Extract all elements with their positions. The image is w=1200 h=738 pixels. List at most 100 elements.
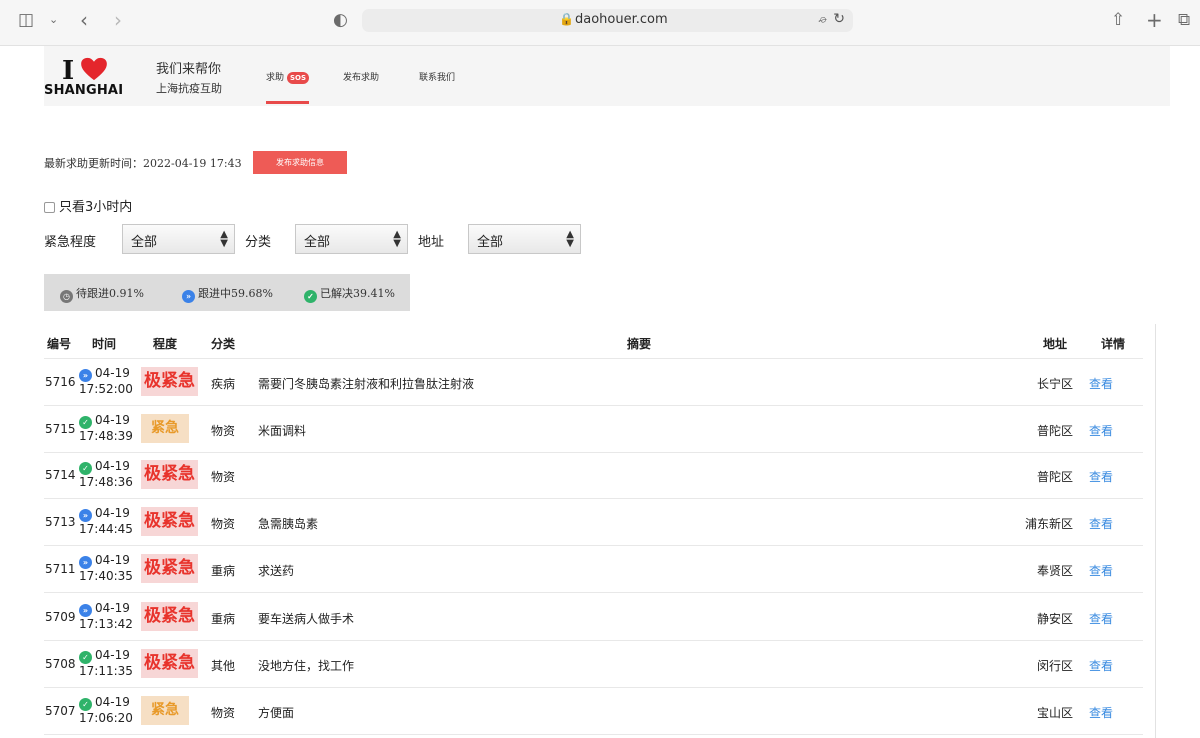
back-icon[interactable]: ‹	[80, 10, 88, 30]
address-select[interactable]: 全部 ▲ ▼	[468, 224, 581, 254]
select-arrows-icon: ▲ ▼	[566, 229, 574, 249]
view-detail-link[interactable]: 查看	[1089, 704, 1113, 721]
nav-active-indicator	[266, 101, 309, 104]
table-row[interactable]: 5709» 04-19 17:13:42 极紧急 重病 要车送病人做手术 静安区 查看	[44, 594, 1143, 641]
check-icon: ✓	[304, 290, 317, 303]
header-address: 地址	[1043, 337, 1068, 351]
shield-icon[interactable]: ◐	[333, 10, 348, 30]
stat-pending[interactable]: ◷ 待跟进0.91%	[60, 285, 144, 303]
view-detail-link[interactable]: 查看	[1089, 468, 1113, 485]
cell-clock: 17:06:20	[79, 711, 133, 725]
stat-following-text: 跟进中59.68%	[198, 287, 273, 300]
share-icon[interactable]: ⇧	[1111, 10, 1125, 30]
forward-icon[interactable]: ›	[114, 10, 122, 30]
post-help-button[interactable]: 发布求助信息	[253, 151, 347, 174]
urgency-badge: 极紧急	[141, 460, 198, 489]
cell-summary: 要车送病人做手术	[258, 612, 355, 626]
table-row[interactable]: 5714 ✓ 04-19 17:48:36 极紧急 物资 普陀区 查看	[44, 452, 1143, 499]
logo-text: SHANGHAI	[44, 83, 124, 98]
stat-following[interactable]: » 跟进中59.68%	[182, 285, 273, 303]
cell-summary: 米面调料	[258, 424, 307, 438]
table-row[interactable]: 5711» 04-19 17:40:35 极紧急 重病 求送药 奉贤区 查看	[44, 546, 1143, 593]
forward-double-icon: »	[79, 604, 92, 617]
slogan-subtitle: 上海抗疫互助	[156, 82, 222, 95]
sidebar-toggle-icon[interactable]: ◫	[18, 10, 34, 30]
reload-icon[interactable]: ↻	[833, 11, 845, 27]
cell-date: 04-19	[95, 601, 130, 615]
cell-summary: 求送药	[258, 564, 295, 578]
urgency-select-value: 全部	[131, 235, 158, 250]
view-detail-link[interactable]: 查看	[1089, 422, 1113, 439]
cell-category: 其他	[211, 659, 236, 673]
cell-clock: 17:48:39	[79, 429, 133, 443]
urgency-select[interactable]: 全部 ▲ ▼	[122, 224, 235, 254]
cell-address: 闵行区	[1036, 659, 1073, 673]
status-stats-bar: ◷ 待跟进0.91% » 跟进中59.68% ✓ 已解决39.41%	[44, 274, 410, 311]
table-row[interactable]: 5707 ✓ 04-19 17:06:20 紧急 物资 方便面 宝山区 查看	[44, 688, 1143, 735]
cell-date: 04-19	[95, 366, 130, 380]
urgency-badge: 极紧急	[141, 367, 198, 396]
sos-badge: SOS	[287, 71, 310, 84]
cell-summary: 需要门冬胰岛素注射液和利拉鲁肽注射液	[258, 377, 475, 391]
cell-date: 04-19	[95, 553, 130, 567]
chevron-down-icon[interactable]: ⌄	[49, 10, 58, 30]
table-row[interactable]: 5715 ✓ 04-19 17:48:39 紧急 物资 米面调料 普陀区 查看	[44, 406, 1143, 453]
table-row[interactable]: 5716» 04-19 17:52:00 极紧急 疾病 需要门冬胰岛素注射液和利拉鲁肽注射…	[44, 359, 1143, 406]
cell-address: 奉贤区	[1036, 564, 1073, 578]
category-select[interactable]: 全部 ▲ ▼	[295, 224, 408, 254]
only-3h-checkbox[interactable]	[44, 202, 55, 213]
view-detail-link[interactable]: 查看	[1089, 610, 1113, 627]
cell-time: » 04-19 17:40:35	[79, 553, 133, 584]
only-3h-label: 只看3小时内	[59, 200, 133, 215]
cell-id: 5713	[45, 515, 76, 529]
stat-resolved[interactable]: ✓ 已解决39.41%	[304, 285, 395, 303]
cell-time: » 04-19 17:13:42	[79, 601, 133, 632]
only-3h-filter[interactable]: 只看3小时内	[44, 196, 132, 215]
view-detail-link[interactable]: 查看	[1089, 375, 1113, 392]
cell-category: 重病	[211, 564, 236, 578]
cell-address: 普陀区	[1036, 470, 1073, 484]
address-filter-label: 地址	[418, 235, 445, 250]
stat-resolved-text: 已解决39.41%	[320, 287, 395, 300]
i-love-shanghai-logo[interactable]: I SHANGHAI	[44, 56, 126, 98]
cell-id: 5711	[45, 562, 76, 576]
cell-clock: 17:48:36	[79, 475, 133, 489]
cell-time: » 04-19 17:52:00	[79, 366, 133, 397]
address-bar[interactable]: 🔒 daohouer.com ⌮ ↻	[362, 9, 853, 32]
cell-date: 04-19	[95, 648, 130, 662]
nav-help[interactable]: 求助 SOS	[266, 70, 310, 84]
new-tab-icon[interactable]: +	[1146, 10, 1163, 30]
urgency-badge: 极紧急	[141, 602, 198, 631]
cell-summary: 没地方住，找工作	[258, 659, 355, 673]
cell-time: » 04-19 17:44:45	[79, 506, 133, 537]
cell-address: 浦东新区	[1024, 517, 1073, 531]
header-detail: 详情	[1101, 337, 1126, 351]
cell-address: 长宁区	[1036, 377, 1073, 391]
table-row[interactable]: 5708 ✓ 04-19 17:11:35 极紧急 其他 没地方住，找工作 闵行区 查看	[44, 641, 1143, 688]
cell-date: 04-19	[95, 459, 130, 473]
cell-category: 物资	[211, 424, 236, 438]
cell-id: 5715	[45, 422, 76, 436]
translate-icon[interactable]: ⌮	[818, 12, 827, 27]
nav-contact[interactable]: 联系我们	[419, 70, 455, 83]
cell-category: 物资	[211, 706, 236, 720]
browser-toolbar: ◫ ⌄ ‹ › ◐ 🔒 daohouer.com ⌮ ↻ ⇧ + ⧉	[0, 0, 1200, 46]
cell-date: 04-19	[95, 413, 130, 427]
view-detail-link[interactable]: 查看	[1089, 657, 1113, 674]
heart-icon	[81, 57, 107, 81]
view-detail-link[interactable]: 查看	[1089, 515, 1113, 532]
cell-clock: 17:40:35	[79, 569, 133, 583]
tabs-overview-icon[interactable]: ⧉	[1178, 10, 1190, 30]
category-select-value: 全部	[304, 235, 331, 250]
site-header: I SHANGHAI 我们来帮你 上海抗疫互助 求助 SOS 发布求助 联系我们	[44, 46, 1170, 106]
view-detail-link[interactable]: 查看	[1089, 562, 1113, 579]
header-level: 程度	[153, 337, 178, 351]
cell-time: ✓ 04-19 17:48:39	[79, 413, 133, 444]
nav-post[interactable]: 发布求助	[343, 70, 379, 83]
table-row[interactable]: 5713» 04-19 17:44:45 极紧急 物资 急需胰岛素 浦东新区 查看	[44, 499, 1143, 546]
header-summary: 摘要	[627, 337, 652, 351]
cell-clock: 17:44:45	[79, 522, 133, 536]
header-time: 时间	[92, 337, 117, 351]
url-text: daohouer.com	[575, 12, 668, 27]
forward-double-icon: »	[79, 369, 92, 382]
